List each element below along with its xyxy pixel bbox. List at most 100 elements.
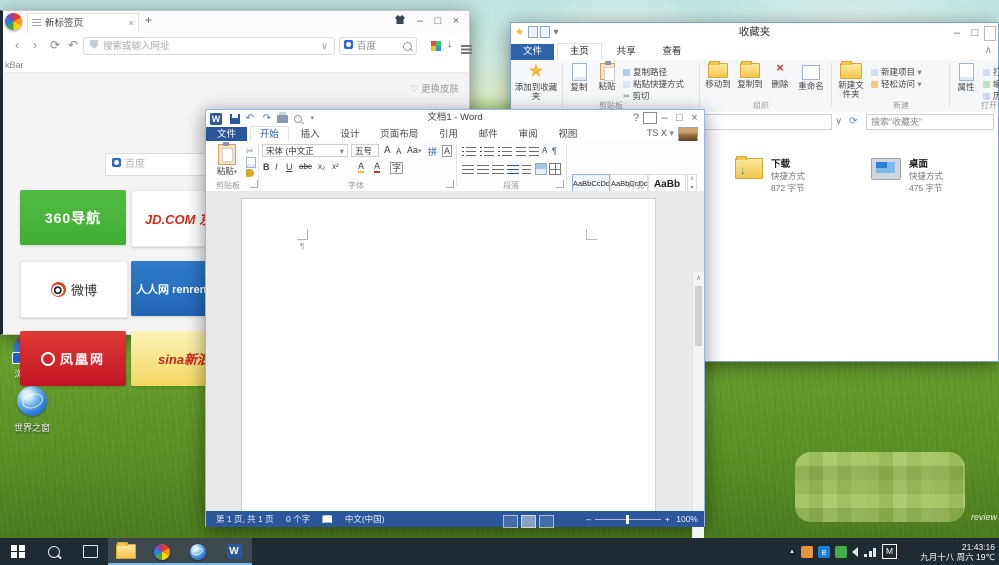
downloads-icon[interactable]: ↓ [447, 38, 453, 50]
highlight-color-button[interactable]: A [358, 162, 364, 173]
back-button[interactable]: ‹ [9, 33, 25, 57]
qat-dropdown-icon[interactable]: ▾ [554, 27, 559, 38]
quick-print-button[interactable] [277, 115, 288, 123]
taskbar-theworld-button[interactable] [180, 538, 216, 565]
open-button[interactable]: 打开 ▾ [983, 66, 999, 78]
add-to-favorites-button[interactable]: ★ 添加到收藏夹 [513, 63, 559, 101]
search-icon[interactable] [403, 42, 412, 51]
paste-button[interactable]: 粘贴 [594, 63, 620, 91]
scroll-up-icon[interactable]: ∧ [693, 274, 704, 282]
minimize-button[interactable]: – [948, 25, 966, 41]
align-left-button[interactable] [462, 165, 474, 174]
format-painter-button[interactable] [246, 169, 254, 177]
network-icon[interactable] [864, 547, 876, 557]
address-dropdown-icon[interactable]: ∨ [835, 116, 842, 127]
cut-button[interactable]: ✂ [246, 146, 254, 157]
explorer-search-input[interactable]: 搜索“收藏夹” [866, 114, 994, 130]
page-indicator[interactable]: 第 1 页, 共 1 页 [216, 511, 274, 527]
ribbon-display-options-icon[interactable] [643, 112, 657, 124]
copy-button[interactable]: 复制 [566, 63, 592, 92]
clock[interactable]: 21:43:16 九月十八 周六 19℃ [903, 542, 995, 562]
rename-button[interactable]: 重命名 [795, 63, 827, 91]
bookmark-item[interactable]: kBar [5, 60, 24, 70]
read-mode-button[interactable] [503, 515, 518, 528]
minimize-button[interactable]: – [411, 13, 429, 29]
font-color-button[interactable]: A [374, 162, 380, 173]
align-right-button[interactable] [492, 165, 504, 174]
multilevel-list-button[interactable] [498, 147, 512, 156]
skin-icon[interactable] [395, 15, 405, 24]
input-method-indicator[interactable]: M [882, 544, 897, 559]
phonetic-guide-button[interactable]: 拼 [428, 145, 437, 158]
clipboard-dialog-launcher[interactable] [250, 180, 258, 188]
refresh-button[interactable]: ⟳ [47, 33, 63, 57]
tab-view[interactable]: 视图 [549, 127, 586, 142]
change-skin-link[interactable]: ♡ 更换皮肤 [410, 81, 459, 95]
redo-button[interactable]: ↷ [263, 111, 271, 126]
subscript-button[interactable]: x₂ [318, 162, 325, 171]
scrollbar-thumb[interactable] [695, 286, 702, 346]
paragraph-dialog-launcher[interactable] [556, 180, 564, 188]
qat-folder-icon[interactable] [540, 26, 550, 38]
zoom-slider[interactable] [595, 519, 661, 520]
web-layout-button[interactable] [539, 515, 554, 528]
tab-insert[interactable]: 插入 [292, 127, 329, 142]
word-count[interactable]: 0 个字 [286, 511, 310, 527]
edit-button[interactable]: 编辑 [983, 78, 999, 90]
bold-button[interactable]: B [263, 162, 270, 172]
address-dropdown-icon[interactable]: ∨ [321, 38, 328, 55]
zoom-in-button[interactable]: + [665, 514, 670, 524]
copy-to-button[interactable]: 复制到 [735, 63, 765, 89]
tab-design[interactable]: 设计 [331, 127, 368, 142]
maximize-button[interactable]: □ [966, 25, 984, 41]
tray-app-icon-green[interactable] [835, 546, 847, 558]
decrease-indent-button[interactable] [516, 147, 526, 156]
site-tile-weibo[interactable]: 微博 [20, 261, 128, 318]
increase-indent-button[interactable] [529, 147, 539, 156]
tab-file[interactable]: 文件 [511, 44, 554, 60]
tab-close-icon[interactable]: × [128, 14, 134, 33]
new-tab-button[interactable]: + [145, 13, 152, 27]
qat-doc-icon[interactable] [528, 26, 538, 38]
new-item-button[interactable]: 新建项目 ▾ [871, 66, 922, 78]
undo-button[interactable]: ↶ [246, 111, 254, 126]
maximize-button[interactable]: □ [672, 110, 687, 126]
properties-button[interactable]: 属性 [953, 63, 979, 92]
justify-button[interactable] [507, 165, 519, 174]
volume-icon[interactable] [852, 547, 858, 557]
shrink-font-button[interactable]: A [396, 147, 401, 156]
signed-in-user[interactable]: TS X ▾ [647, 126, 674, 141]
file-item-desktop[interactable]: 桌面 快捷方式 475 字节 [871, 156, 999, 181]
italic-button[interactable]: I [275, 162, 278, 172]
tray-expand-icon[interactable]: ▲ [789, 549, 795, 555]
desktop-icon-theworld[interactable]: 世界之窗 [4, 386, 60, 434]
internet-explorer-icon[interactable]: e [818, 546, 830, 558]
delete-button[interactable]: ×删除 [767, 63, 793, 89]
browser-logo-icon[interactable] [5, 13, 22, 30]
shading-button[interactable] [535, 163, 547, 175]
qat-customize-icon[interactable]: ▾ [310, 111, 314, 126]
favorite-star-icon[interactable]: ★ [515, 27, 524, 38]
help-button[interactable]: ? [629, 110, 643, 126]
browser-tab[interactable]: 新标签页 × [27, 13, 139, 33]
move-to-button[interactable]: 移动到 [703, 63, 733, 89]
refresh-icon[interactable]: ⟳ [849, 116, 857, 127]
user-avatar[interactable] [678, 127, 698, 142]
save-button[interactable] [230, 114, 240, 124]
copy-path-button[interactable]: 复制路径 [623, 66, 667, 78]
change-case-button[interactable]: Aa▾ [407, 145, 422, 155]
font-size-combo[interactable]: 五号▾ [351, 144, 379, 157]
forward-button[interactable]: › [27, 33, 43, 57]
search-engine-box[interactable]: 百度 [339, 37, 417, 55]
menu-icon[interactable] [461, 45, 472, 47]
apps-grid-icon[interactable] [431, 41, 441, 51]
document-page[interactable]: ¶ [241, 198, 656, 511]
strikethrough-button[interactable]: abc [299, 162, 312, 171]
tray-app-icon-orange[interactable] [801, 546, 813, 558]
zoom-level[interactable]: 100% [676, 511, 698, 527]
maximize-button[interactable]: □ [429, 13, 447, 29]
align-center-button[interactable] [477, 165, 489, 174]
numbering-button[interactable] [480, 147, 494, 156]
taskbar-word-button[interactable]: W [216, 538, 252, 565]
address-bar[interactable]: 搜索或输入网址 ∨ [83, 37, 335, 55]
